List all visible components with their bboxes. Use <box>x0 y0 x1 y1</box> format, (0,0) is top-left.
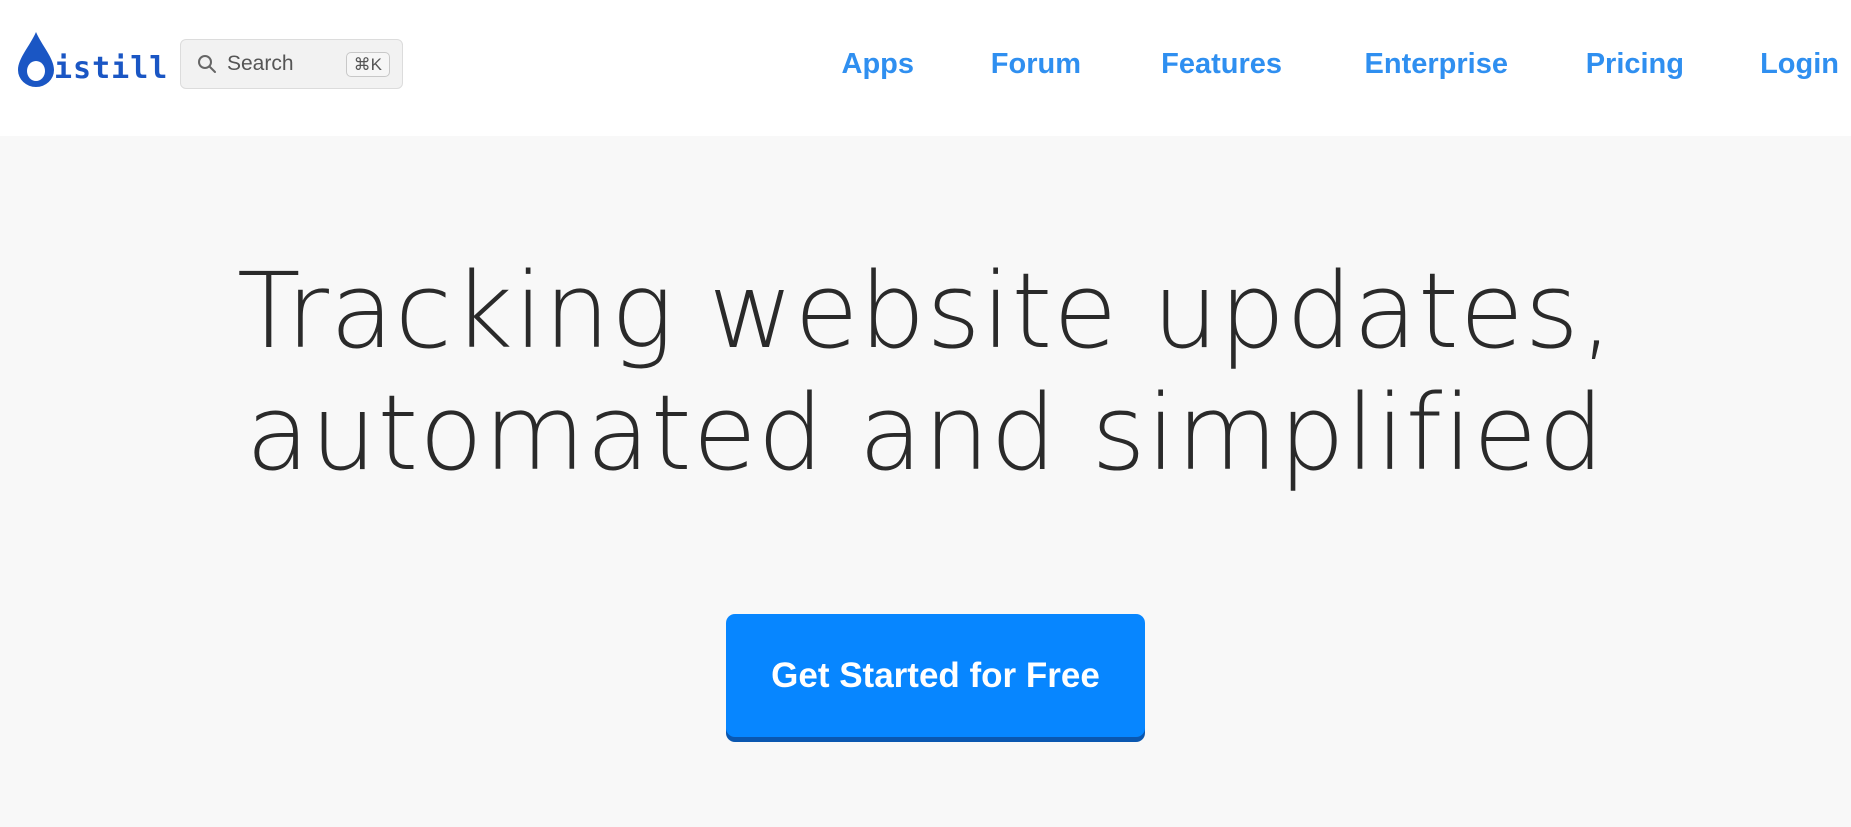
nav-link-enterprise[interactable]: Enterprise <box>1365 44 1508 84</box>
distill-logo[interactable]: istill <box>16 30 168 88</box>
drop-logo-icon <box>18 32 54 87</box>
hero-title: Tracking website updates, automated and … <box>0 250 1851 494</box>
get-started-button[interactable]: Get Started for Free <box>726 614 1145 737</box>
hero-title-line-2: automated and simplified <box>245 372 1606 494</box>
nav-link-forum[interactable]: Forum <box>991 44 1081 84</box>
nav-link-apps[interactable]: Apps <box>842 44 915 84</box>
site-header: istill Search ⌘K Apps Forum Features Ent… <box>0 0 1851 136</box>
search-placeholder: Search <box>227 52 294 75</box>
hero-title-line-1: Tracking website updates, <box>236 250 1615 372</box>
nav-link-login[interactable]: Login <box>1760 44 1839 84</box>
search-icon <box>197 54 217 74</box>
logo-text: istill <box>54 51 169 86</box>
nav-link-pricing[interactable]: Pricing <box>1586 44 1684 84</box>
search-box[interactable]: Search ⌘K <box>180 39 403 89</box>
nav-link-features[interactable]: Features <box>1161 44 1282 84</box>
search-shortcut-badge: ⌘K <box>345 51 390 77</box>
